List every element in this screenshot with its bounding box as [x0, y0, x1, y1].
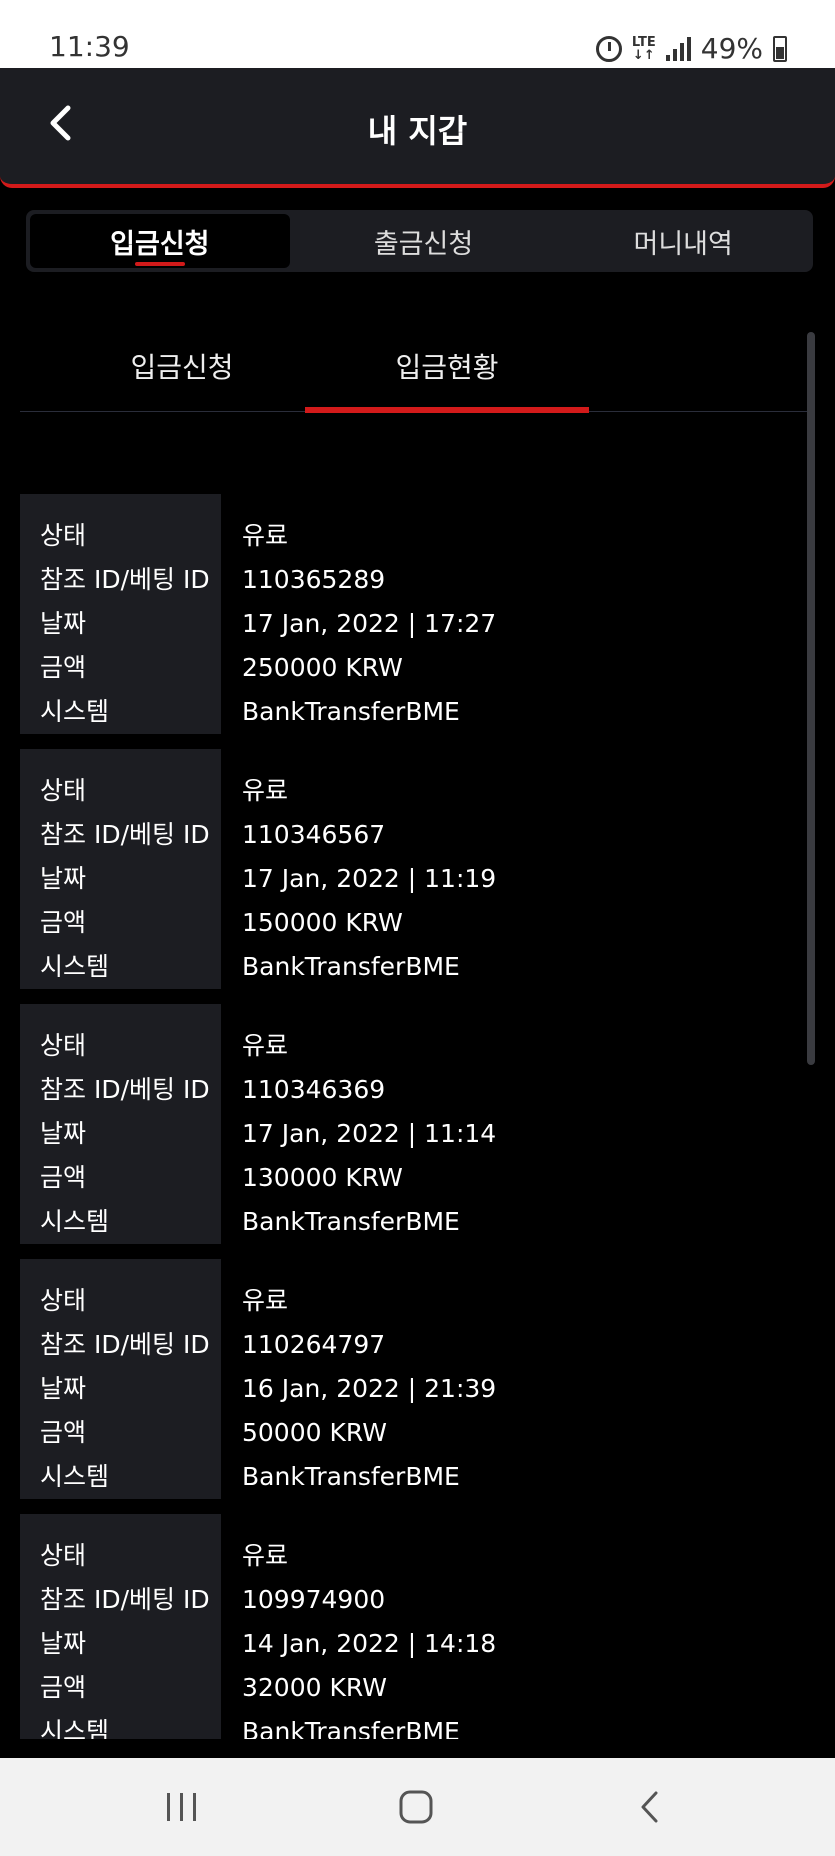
- label-system: 시스템: [40, 952, 110, 981]
- value-system: BankTransferBME: [242, 1717, 460, 1739]
- value-amount: 32000 KRW: [242, 1673, 387, 1702]
- tab-money-history[interactable]: 머니내역: [553, 210, 813, 272]
- home-button[interactable]: [386, 1782, 446, 1832]
- value-ref-id: 110346369: [242, 1075, 386, 1104]
- record-card: 상태 참조 ID/베팅 ID 날짜 금액 시스템 유료 110264797 16…: [20, 1259, 800, 1499]
- page-title: 내 지갑: [367, 112, 468, 150]
- record-card: 상태 참조 ID/베팅 ID 날짜 금액 시스템 유료 110365289 17…: [20, 494, 800, 734]
- record-values: 유료 109974900 14 Jan, 2022 | 14:18 32000 …: [242, 1514, 496, 1739]
- label-ref-id: 참조 ID/베팅 ID: [40, 820, 210, 849]
- label-status: 상태: [40, 1031, 87, 1060]
- label-date: 날짜: [40, 609, 87, 638]
- record-values: 유료 110264797 16 Jan, 2022 | 21:39 50000 …: [242, 1259, 496, 1499]
- value-system: BankTransferBME: [242, 952, 460, 981]
- value-system: BankTransferBME: [242, 1207, 460, 1236]
- label-status: 상태: [40, 776, 87, 805]
- label-status: 상태: [40, 1541, 87, 1570]
- label-system: 시스템: [40, 1717, 110, 1739]
- signal-icon: [665, 36, 691, 61]
- label-system: 시스템: [40, 1462, 110, 1491]
- recent-apps-button[interactable]: [152, 1782, 212, 1832]
- tab-withdraw-request[interactable]: 출금신청: [294, 210, 554, 272]
- label-date: 날짜: [40, 864, 87, 893]
- system-nav-bar: [0, 1758, 835, 1856]
- label-date: 날짜: [40, 1119, 87, 1148]
- value-amount: 50000 KRW: [242, 1418, 387, 1447]
- value-amount: 130000 KRW: [242, 1163, 403, 1192]
- value-status: 유료: [242, 776, 289, 805]
- record-values: 유료 110346567 17 Jan, 2022 | 11:19 150000…: [242, 749, 496, 989]
- main-tabs: 입금신청 출금신청 머니내역: [26, 210, 813, 272]
- record-values: 유료 110346369 17 Jan, 2022 | 11:14 130000…: [242, 1004, 496, 1244]
- label-status: 상태: [40, 521, 87, 550]
- label-date: 날짜: [40, 1629, 87, 1658]
- label-amount: 금액: [40, 1673, 87, 1702]
- record-card: 상태 참조 ID/베팅 ID 날짜 금액 시스템 유료 110346567 17…: [20, 749, 800, 989]
- value-date: 17 Jan, 2022 | 11:19: [242, 864, 497, 893]
- back-icon: [641, 1791, 658, 1823]
- label-date: 날짜: [40, 1374, 87, 1403]
- label-system: 시스템: [40, 1207, 110, 1236]
- value-status: 유료: [242, 1031, 289, 1060]
- record-values: 유료 110365289 17 Jan, 2022 | 17:27 250000…: [242, 494, 496, 734]
- value-date: 17 Jan, 2022 | 11:14: [242, 1119, 497, 1148]
- tab-deposit-request[interactable]: 입금신청: [30, 214, 290, 268]
- status-icons: LTE ↓↑ 49%: [595, 32, 787, 65]
- home-icon: [399, 1790, 433, 1824]
- value-date: 17 Jan, 2022 | 17:27: [242, 609, 497, 638]
- value-amount: 250000 KRW: [242, 653, 403, 682]
- value-date: 16 Jan, 2022 | 21:39: [242, 1374, 497, 1403]
- value-ref-id: 110264797: [242, 1330, 386, 1359]
- record-labels: 상태 참조 ID/베팅 ID 날짜 금액 시스템: [20, 1004, 221, 1244]
- record-labels: 상태 참조 ID/베팅 ID 날짜 금액 시스템: [20, 1514, 221, 1739]
- label-system: 시스템: [40, 697, 110, 726]
- label-status: 상태: [40, 1286, 87, 1315]
- value-ref-id: 110346567: [242, 820, 386, 849]
- label-ref-id: 참조 ID/베팅 ID: [40, 565, 210, 594]
- status-time: 11:39: [49, 30, 130, 63]
- label-amount: 금액: [40, 653, 87, 682]
- network-label: LTE: [631, 34, 656, 50]
- recent-apps-icon: [167, 1793, 196, 1821]
- lte-icon: LTE ↓↑: [631, 34, 656, 63]
- value-status: 유료: [242, 1286, 289, 1315]
- record-card: 상태 참조 ID/베팅 ID 날짜 금액 시스템 유료 110346369 17…: [20, 1004, 800, 1244]
- record-labels: 상태 참조 ID/베팅 ID 날짜 금액 시스템: [20, 494, 221, 734]
- status-bar: 11:39 LTE ↓↑ 49%: [0, 0, 835, 68]
- record-card: 상태 참조 ID/베팅 ID 날짜 금액 시스템 유료 109974900 14…: [20, 1514, 800, 1739]
- subtab-deposit-status[interactable]: 입금현황: [305, 320, 589, 413]
- value-amount: 150000 KRW: [242, 908, 403, 937]
- battery-icon: [773, 35, 787, 62]
- sub-tabs: 입금신청 입금현황: [20, 320, 815, 413]
- subtab-deposit-request[interactable]: 입금신청: [40, 320, 324, 412]
- value-status: 유료: [242, 521, 289, 550]
- value-date: 14 Jan, 2022 | 14:18: [242, 1629, 497, 1658]
- value-ref-id: 109974900: [242, 1585, 386, 1614]
- label-amount: 금액: [40, 1418, 87, 1447]
- battery-percent: 49%: [700, 32, 763, 65]
- app-header: 내 지갑: [0, 68, 835, 188]
- record-labels: 상태 참조 ID/베팅 ID 날짜 금액 시스템: [20, 749, 221, 989]
- value-status: 유료: [242, 1541, 289, 1570]
- label-ref-id: 참조 ID/베팅 ID: [40, 1075, 210, 1104]
- label-ref-id: 참조 ID/베팅 ID: [40, 1585, 210, 1614]
- system-back-button[interactable]: [620, 1782, 680, 1832]
- value-system: BankTransferBME: [242, 697, 460, 726]
- value-system: BankTransferBME: [242, 1462, 460, 1491]
- label-amount: 금액: [40, 1163, 87, 1192]
- label-ref-id: 참조 ID/베팅 ID: [40, 1330, 210, 1359]
- deposit-records-list: 상태 참조 ID/베팅 ID 날짜 금액 시스템 유료 110365289 17…: [20, 494, 800, 1739]
- alarm-icon: [595, 35, 622, 62]
- value-ref-id: 110365289: [242, 565, 386, 594]
- scrollbar[interactable]: [807, 332, 815, 1065]
- record-labels: 상태 참조 ID/베팅 ID 날짜 금액 시스템: [20, 1259, 221, 1499]
- label-amount: 금액: [40, 908, 87, 937]
